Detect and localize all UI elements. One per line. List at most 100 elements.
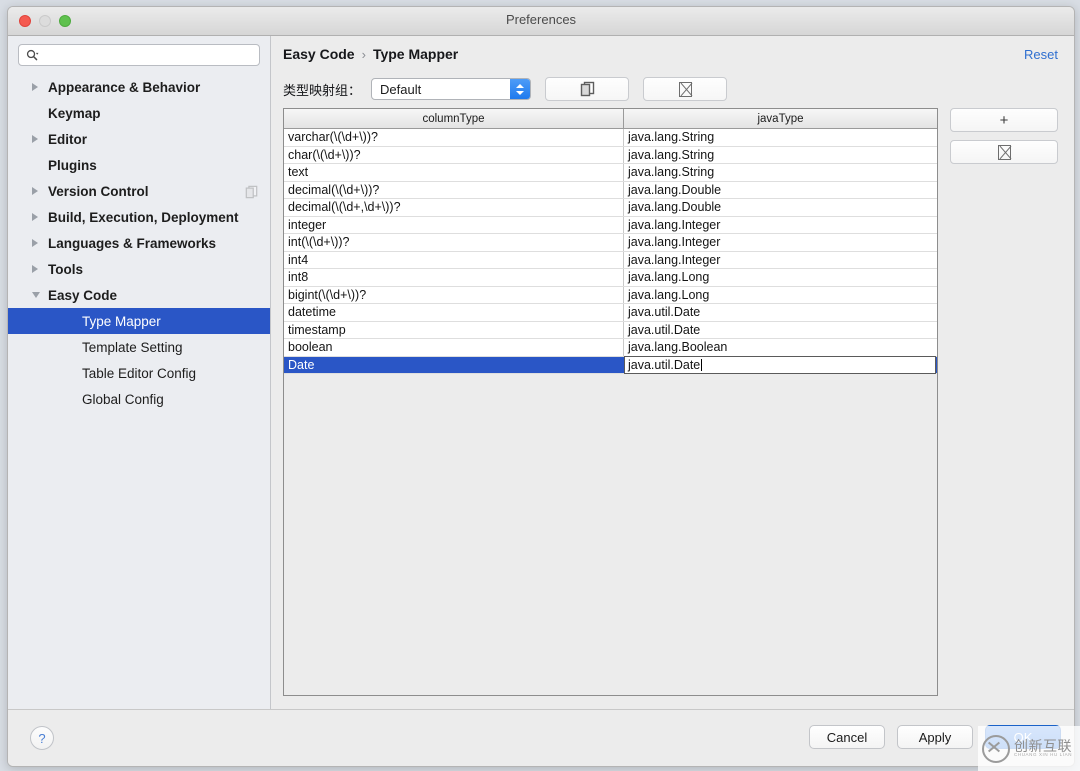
- window-body: Appearance & Behavior Keymap Editor Plugins…: [8, 36, 1074, 710]
- cell-javatype[interactable]: java.lang.Long: [624, 287, 937, 304]
- cell-javatype[interactable]: java.lang.Double: [624, 199, 937, 216]
- table-row[interactable]: int8 java.lang.Long: [284, 269, 937, 287]
- delete-group-button[interactable]: [643, 77, 728, 101]
- table-row[interactable]: int4 java.lang.Integer: [284, 251, 937, 269]
- cell-columntype[interactable]: int4: [284, 251, 624, 268]
- cell-javatype[interactable]: java.lang.Integer: [624, 234, 937, 251]
- cell-columntype[interactable]: boolean: [284, 339, 624, 356]
- cell-columntype[interactable]: datetime: [284, 304, 624, 321]
- sidebar-item-global-config[interactable]: Global Config: [8, 386, 270, 412]
- reset-link[interactable]: Reset: [1024, 47, 1058, 62]
- breadcrumb-separator-icon: ›: [361, 46, 366, 62]
- column-header-columntype[interactable]: columnType: [284, 109, 624, 128]
- footer-actions: Cancel Apply OK: [809, 725, 1061, 749]
- cell-javatype[interactable]: java.lang.String: [624, 147, 937, 164]
- settings-tree: Appearance & Behavior Keymap Editor Plugins…: [8, 72, 270, 710]
- sidebar-item-version-control[interactable]: Version Control: [8, 178, 270, 204]
- table-header-row: columnType javaType: [284, 109, 937, 129]
- copy-icon: [245, 185, 258, 199]
- table-row[interactable]: timestamp java.util.Date: [284, 321, 937, 339]
- sidebar-item-languages-frameworks[interactable]: Languages & Frameworks: [8, 230, 270, 256]
- sidebar-item-tools[interactable]: Tools: [8, 256, 270, 282]
- search-input[interactable]: [47, 45, 253, 65]
- type-mapper-toolbar: 类型映射组： Default: [283, 76, 1058, 102]
- cell-columntype[interactable]: int8: [284, 269, 624, 286]
- table-row[interactable]: varchar(\(\d+\))? java.lang.String: [284, 129, 937, 147]
- table-row[interactable]: integer java.lang.Integer: [284, 216, 937, 234]
- cell-columntype[interactable]: int(\(\d+\))?: [284, 234, 624, 251]
- cell-javatype[interactable]: java.lang.Long: [624, 269, 937, 286]
- group-select[interactable]: Default: [371, 78, 532, 100]
- breadcrumb-root[interactable]: Easy Code: [283, 46, 355, 62]
- copy-group-button[interactable]: [545, 77, 630, 101]
- table-row[interactable]: decimal(\(\d+,\d+\))? java.lang.Double: [284, 199, 937, 217]
- cell-javatype[interactable]: java.lang.String: [624, 164, 937, 181]
- sidebar-item-keymap[interactable]: Keymap: [8, 100, 270, 126]
- sidebar-item-appearance-behavior[interactable]: Appearance & Behavior: [8, 74, 270, 100]
- cell-javatype[interactable]: java.lang.Double: [624, 182, 937, 199]
- sidebar-item-editor[interactable]: Editor: [8, 126, 270, 152]
- sidebar-item-type-mapper[interactable]: Type Mapper: [8, 308, 270, 334]
- cell-javatype[interactable]: java.lang.String: [624, 129, 937, 146]
- sidebar-item-build-execution-deployment[interactable]: Build, Execution, Deployment: [8, 204, 270, 230]
- sidebar-item-label: Build, Execution, Deployment: [48, 209, 239, 225]
- remove-row-button[interactable]: [950, 140, 1058, 164]
- table-row[interactable]: char(\(\d+\))? java.lang.String: [284, 146, 937, 164]
- sidebar-item-label: Global Config: [82, 391, 164, 407]
- cell-columntype[interactable]: text: [284, 164, 624, 181]
- sidebar-item-label: Version Control: [48, 183, 149, 199]
- chevron-right-icon[interactable]: [32, 83, 38, 91]
- missing-glyph-icon: [678, 81, 692, 97]
- preferences-window: Preferences Appearance & Behavior Keymap E…: [7, 6, 1075, 767]
- chevron-right-icon[interactable]: [32, 239, 38, 247]
- help-button[interactable]: ?: [30, 726, 54, 750]
- table-body: varchar(\(\d+\))? java.lang.String char(\(…: [284, 129, 937, 695]
- chevron-right-icon[interactable]: [32, 187, 38, 195]
- main-panel: Easy Code › Type Mapper Reset 类型映射组： Def…: [271, 36, 1074, 710]
- cell-javatype[interactable]: java.lang.Integer: [624, 252, 937, 269]
- chevron-updown-icon[interactable]: [510, 79, 531, 99]
- sidebar-item-label: Languages & Frameworks: [48, 235, 217, 251]
- cell-javatype-value: java.util.Date: [628, 357, 701, 372]
- cell-javatype[interactable]: java.util.Date: [624, 304, 937, 321]
- search-box[interactable]: [18, 44, 260, 66]
- table-row[interactable]: datetime java.util.Date: [284, 304, 937, 322]
- sidebar-item-label: Type Mapper: [82, 313, 161, 329]
- cell-columntype[interactable]: integer: [284, 216, 624, 233]
- chevron-down-icon[interactable]: [32, 292, 40, 298]
- cell-javatype[interactable]: java.lang.Integer: [624, 217, 937, 234]
- sidebar-item-template-setting[interactable]: Template Setting: [8, 334, 270, 360]
- cell-columntype[interactable]: Date: [284, 356, 624, 373]
- cell-javatype[interactable]: java.util.Date: [624, 322, 937, 339]
- settings-sidebar: Appearance & Behavior Keymap Editor Plugins…: [8, 36, 271, 710]
- ok-button[interactable]: OK: [985, 725, 1061, 749]
- table-row[interactable]: boolean java.lang.Boolean: [284, 339, 937, 357]
- table-row[interactable]: bigint(\(\d+\))? java.lang.Long: [284, 286, 937, 304]
- cell-columntype[interactable]: bigint(\(\d+\))?: [284, 286, 624, 303]
- column-header-javatype[interactable]: javaType: [624, 109, 937, 128]
- chevron-right-icon[interactable]: [32, 213, 38, 221]
- sidebar-item-plugins[interactable]: Plugins: [8, 152, 270, 178]
- table-row[interactable]: Date java.util.Date: [284, 355, 937, 374]
- cell-columntype[interactable]: varchar(\(\d+\))?: [284, 129, 624, 146]
- table-row[interactable]: text java.lang.String: [284, 164, 937, 182]
- chevron-right-icon[interactable]: [32, 135, 38, 143]
- sidebar-item-easy-code[interactable]: Easy Code: [8, 282, 270, 308]
- cell-columntype[interactable]: char(\(\d+\))?: [284, 146, 624, 163]
- table-row[interactable]: int(\(\d+\))? java.lang.Integer: [284, 234, 937, 252]
- chevron-right-icon[interactable]: [32, 265, 38, 273]
- screen: Preferences Appearance & Behavior Keymap E…: [0, 0, 1080, 771]
- sidebar-item-table-editor-config[interactable]: Table Editor Config: [8, 360, 270, 386]
- add-row-button[interactable]: +: [950, 108, 1058, 132]
- cell-columntype[interactable]: decimal(\(\d+\))?: [284, 181, 624, 198]
- sidebar-item-label: Keymap: [48, 105, 101, 121]
- cell-columntype[interactable]: decimal(\(\d+,\d+\))?: [284, 199, 624, 216]
- cell-columntype[interactable]: timestamp: [284, 321, 624, 338]
- cell-javatype[interactable]: java.lang.Boolean: [624, 339, 937, 356]
- cell-javatype-editor[interactable]: java.util.Date: [624, 355, 936, 374]
- breadcrumb: Easy Code › Type Mapper: [283, 46, 458, 62]
- cancel-button[interactable]: Cancel: [809, 725, 885, 749]
- group-select-value: Default: [380, 81, 422, 97]
- apply-button[interactable]: Apply: [897, 725, 973, 749]
- table-row[interactable]: decimal(\(\d+\))? java.lang.Double: [284, 181, 937, 199]
